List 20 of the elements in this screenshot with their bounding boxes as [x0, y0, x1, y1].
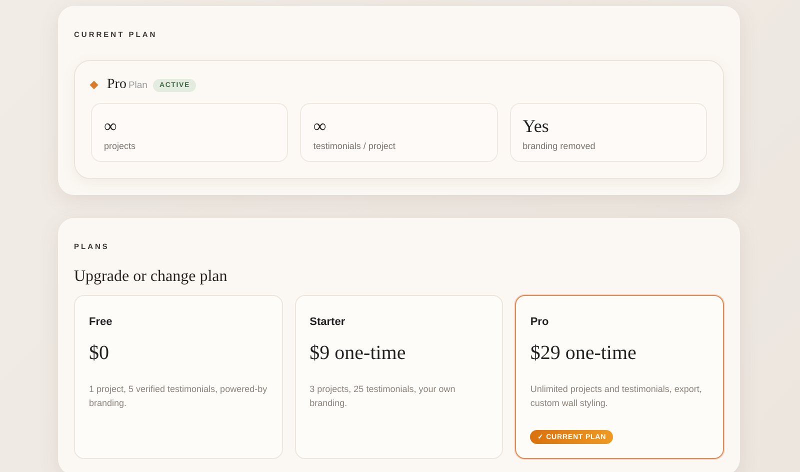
- plan-name: Pro: [107, 77, 126, 93]
- plan-card[interactable]: Free $0 1 project, 5 verified testimonials, powered-by branding.: [74, 295, 283, 459]
- plan-price: $0: [89, 342, 109, 365]
- plan-description: 3 projects, 25 testimonials, your own branding.: [310, 383, 456, 410]
- stat-label: testimonials / project: [313, 141, 396, 151]
- section-title: Upgrade or change plan: [74, 268, 228, 286]
- stat-label: projects: [104, 141, 136, 151]
- stat-value: Yes: [522, 116, 549, 137]
- stat-value: ∞: [313, 116, 326, 137]
- plan-price: $29 one-time: [530, 342, 636, 365]
- plan-price: $9 one-time: [310, 342, 406, 365]
- plan-description: Unlimited projects and testimonials, export, custom wall styling.: [530, 383, 703, 410]
- stat-label: branding removed: [522, 141, 596, 151]
- plan-name: Pro: [530, 316, 549, 328]
- plan-description: 1 project, 5 verified testimonials, powered-by branding.: [89, 383, 268, 410]
- stat-value: ∞: [104, 116, 117, 137]
- plan-name: Starter: [310, 316, 346, 328]
- plan-name: Free: [89, 316, 112, 328]
- plan-card[interactable]: Starter $9 one-time 3 projects, 25 testimonials, your own branding.: [294, 295, 504, 459]
- plan-suffix: Plan: [128, 80, 148, 90]
